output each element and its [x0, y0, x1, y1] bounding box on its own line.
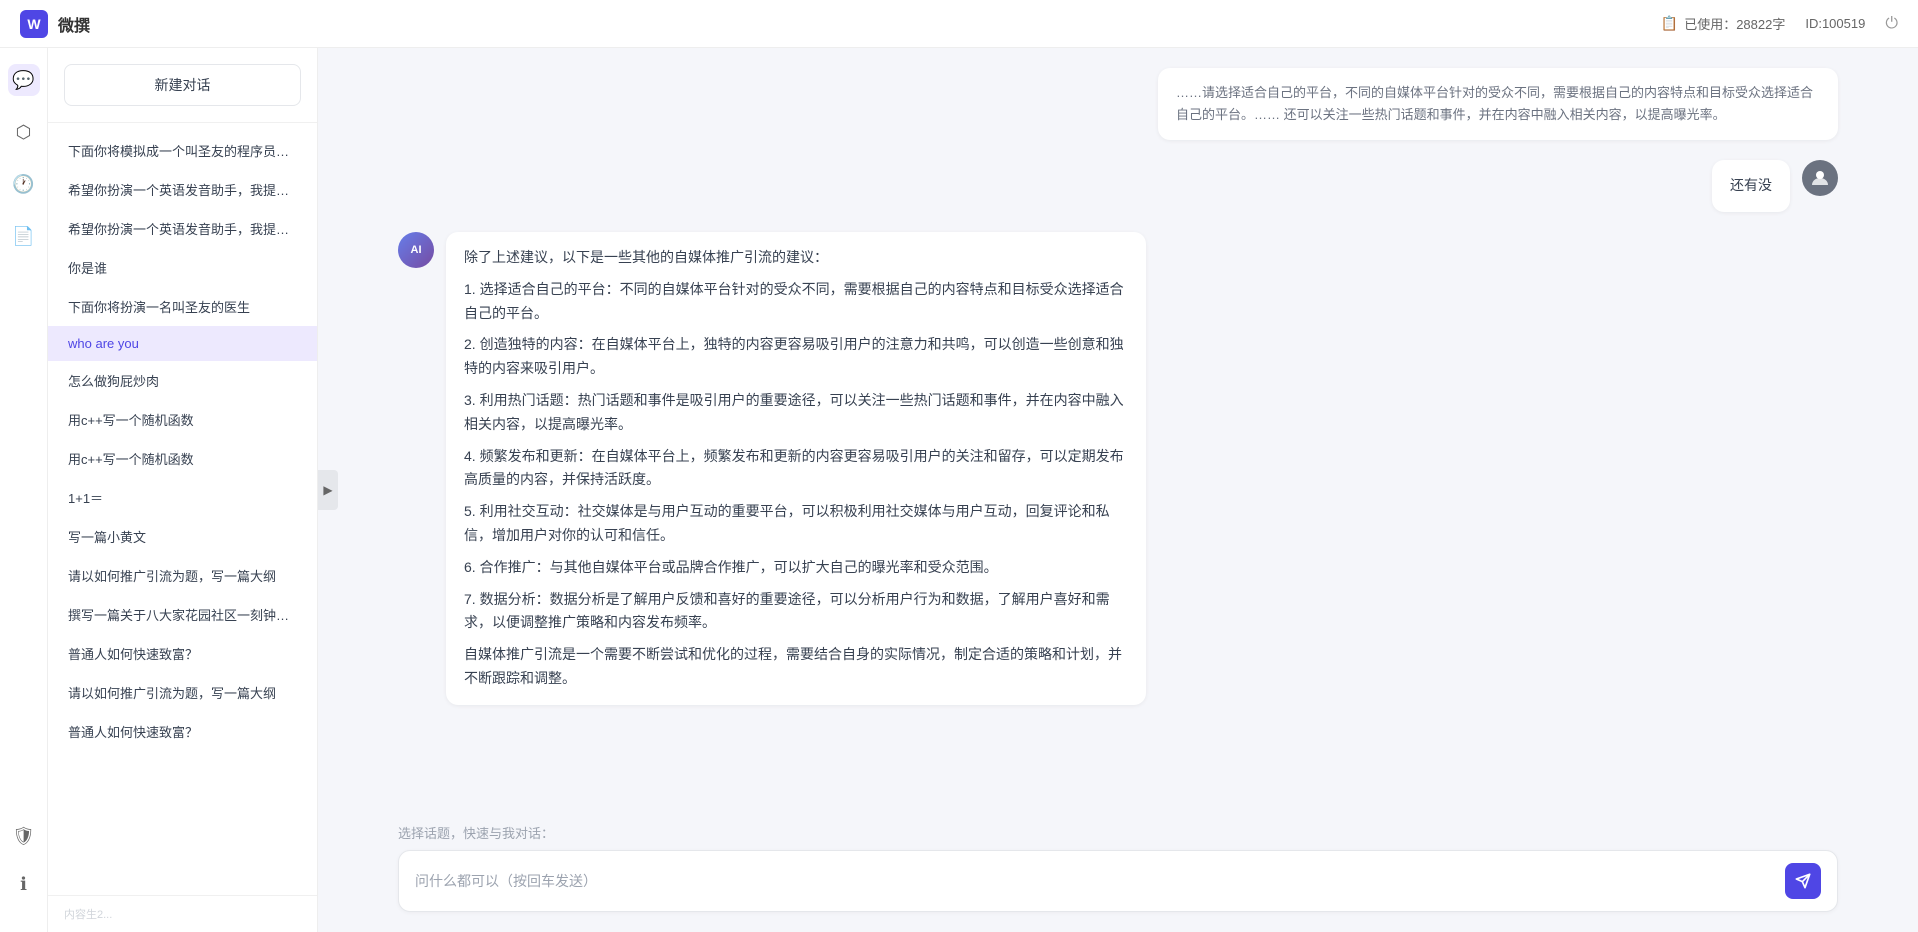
icon-bar: 💬 ⬡ 🕐 📄 🛡 ℹ — [0, 48, 48, 932]
topbar-left: W 微撰 — [20, 10, 90, 38]
logo-text: W — [27, 16, 40, 32]
sidebar-item[interactable]: 撰写一篇关于八大家花园社区一刻钟便民生... — [48, 595, 317, 634]
id-label: ID:100519 — [1805, 16, 1865, 31]
usage-label: 已使用：28822字 — [1684, 14, 1785, 33]
icon-bar-box[interactable]: ⬡ — [8, 116, 40, 148]
icon-bar-bottom: 🛡 ℹ — [8, 820, 40, 916]
ai-message-paragraph: 自媒体推广引流是一个需要不断尝试和优化的过程，需要结合自身的实际情况，制定合适的… — [464, 643, 1128, 691]
chat-input[interactable] — [415, 873, 1775, 889]
sidebar-item[interactable]: 下面你将模拟成一个叫圣友的程序员，我说... — [48, 131, 317, 170]
user-message-bubble: 还有没 — [1712, 160, 1790, 212]
sidebar-toggle-button[interactable]: ▶ — [318, 470, 338, 510]
quick-select-label: 选择话题，快速与我对话： — [398, 823, 1838, 842]
chat-input-area: 选择话题，快速与我对话： — [318, 811, 1918, 932]
ai-avatar: AI — [398, 232, 434, 268]
icon-bar-chat[interactable]: 💬 — [8, 64, 40, 96]
usage-info: 📋 已使用：28822字 — [1661, 14, 1786, 33]
sidebar-item[interactable]: who are you — [48, 326, 317, 361]
chat-messages: ……请选择适合自己的平台，不同的自媒体平台针对的受众不同，需要根据自己的内容特点… — [318, 48, 1918, 811]
ai-message-paragraph: 3. 利用热门话题：热门话题和事件是吸引用户的重要途径，可以关注一些热门话题和事… — [464, 389, 1128, 437]
usage-icon: 📋 — [1661, 15, 1678, 32]
icon-bar-info[interactable]: ℹ — [8, 868, 40, 900]
sidebar-list: 下面你将模拟成一个叫圣友的程序员，我说...希望你扮演一个英语发音助手，我提供给… — [48, 123, 317, 895]
user-avatar — [1802, 160, 1838, 196]
sidebar-item[interactable]: 下面你将扮演一名叫圣友的医生 — [48, 287, 317, 326]
ai-message-bubble: 除了上述建议，以下是一些其他的自媒体推广引流的建议： 1. 选择适合自己的平台：不… — [446, 232, 1146, 705]
app-title: 微撰 — [58, 12, 90, 36]
input-container — [398, 850, 1838, 912]
ai-message-paragraph: 6. 合作推广：与其他自媒体平台或品牌合作推广，可以扩大自己的曝光率和受众范围。 — [464, 556, 1128, 580]
icon-bar-doc[interactable]: 📄 — [8, 220, 40, 252]
send-button[interactable] — [1785, 863, 1821, 899]
sidebar: 新建对话 下面你将模拟成一个叫圣友的程序员，我说...希望你扮演一个英语发音助手… — [48, 48, 318, 932]
sidebar-item[interactable]: 你是谁 — [48, 248, 317, 287]
sidebar-item[interactable]: 普通人如何快速致富？ — [48, 634, 317, 673]
sidebar-header: 新建对话 — [48, 48, 317, 123]
sidebar-item[interactable]: 1+1＝ — [48, 478, 317, 517]
power-button[interactable]: ⏻ — [1885, 15, 1898, 33]
sidebar-item[interactable]: 用c++写一个随机函数 — [48, 439, 317, 478]
message-row-ai: AI 除了上述建议，以下是一些其他的自媒体推广引流的建议： 1. 选择适合自己的平… — [398, 232, 1838, 705]
app-logo: W — [20, 10, 48, 38]
sidebar-item[interactable]: 写一篇小黄文 — [48, 517, 317, 556]
truncated-message: ……请选择适合自己的平台，不同的自媒体平台针对的受众不同，需要根据自己的内容特点… — [1158, 68, 1838, 140]
sidebar-item[interactable]: 请以如何推广引流为题，写一篇大纲 — [48, 556, 317, 595]
sidebar-item[interactable]: 普通人如何快速致富？ — [48, 712, 317, 751]
topbar: W 微撰 📋 已使用：28822字 ID:100519 ⏻ — [0, 0, 1918, 48]
message-row-user: 还有没 — [398, 160, 1838, 212]
sidebar-item[interactable]: 请以如何推广引流为题，写一篇大纲 — [48, 673, 317, 712]
topbar-right: 📋 已使用：28822字 ID:100519 ⏻ — [1661, 14, 1898, 33]
ai-message-paragraph: 2. 创造独特的内容：在自媒体平台上，独特的内容更容易吸引用户的注意力和共鸣，可… — [464, 333, 1128, 381]
sidebar-item[interactable]: 怎么做狗屁炒肉 — [48, 361, 317, 400]
ai-message-paragraph: 除了上述建议，以下是一些其他的自媒体推广引流的建议： — [464, 246, 1128, 270]
sidebar-item[interactable]: 希望你扮演一个英语发音助手，我提供给你... — [48, 170, 317, 209]
ai-message-paragraph: 7. 数据分析：数据分析是了解用户反馈和喜好的重要途径，可以分析用户行为和数据，… — [464, 588, 1128, 636]
ai-message-paragraph: 4. 频繁发布和更新：在自媒体平台上，频繁发布和更新的内容更容易吸引用户的关注和… — [464, 445, 1128, 493]
new-chat-button[interactable]: 新建对话 — [64, 64, 301, 106]
user-message-text: 还有没 — [1730, 177, 1772, 193]
ai-message-paragraph: 5. 利用社交互动：社交媒体是与用户互动的重要平台，可以积极利用社交媒体与用户互… — [464, 500, 1128, 548]
sidebar-item[interactable]: 希望你扮演一个英语发音助手，我提供给你... — [48, 209, 317, 248]
main-container: 💬 ⬡ 🕐 📄 🛡 ℹ 新建对话 下面你将模拟成一个叫圣友的程序员，我说...希… — [0, 48, 1918, 932]
icon-bar-shield[interactable]: 🛡 — [8, 820, 40, 852]
sidebar-item[interactable]: 用c++写一个随机函数 — [48, 400, 317, 439]
icon-bar-clock[interactable]: 🕐 — [8, 168, 40, 200]
ai-message-paragraph: 1. 选择适合自己的平台：不同的自媒体平台针对的受众不同，需要根据自己的内容特点… — [464, 278, 1128, 326]
chat-area: ▶ ……请选择适合自己的平台，不同的自媒体平台针对的受众不同，需要根据自己的内容… — [318, 48, 1918, 932]
sidebar-footer: 内容生2... — [48, 895, 317, 932]
